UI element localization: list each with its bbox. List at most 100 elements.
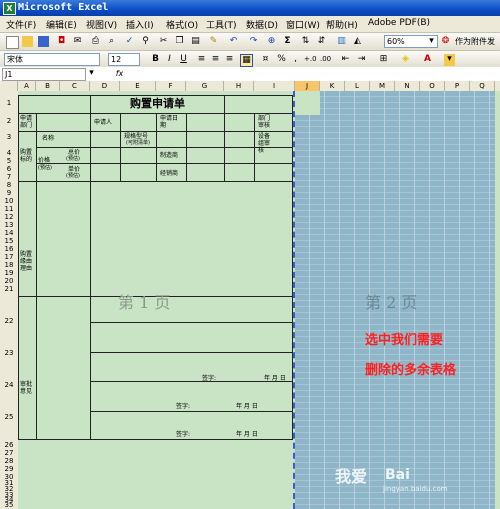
row-header-cell[interactable]: 17 <box>0 253 18 261</box>
align-left-icon[interactable]: ≡ <box>196 54 207 65</box>
percent-button[interactable]: % <box>276 54 287 65</box>
row-header-cell[interactable]: 14 <box>0 229 18 237</box>
row-header-cell[interactable]: 3 <box>0 133 18 141</box>
borders-icon[interactable]: ⊞ <box>378 54 389 65</box>
row-header-cell[interactable]: 2 <box>0 117 18 125</box>
research-icon[interactable]: ⚲ <box>140 36 151 47</box>
formula-input[interactable] <box>130 68 497 79</box>
permission-icon[interactable]: ◘ <box>56 36 67 47</box>
toolbar-options-icon[interactable]: ▾ <box>444 54 455 66</box>
selected-range[interactable]: 第 2 页 选中我们需要 删除的多余表格 我爱 Bai jingyan.baid… <box>295 91 495 509</box>
currency-icon[interactable]: ¤ <box>260 54 271 65</box>
menu-help[interactable]: 帮助(H) <box>326 18 358 31</box>
drawing-icon[interactable]: ◭ <box>352 36 363 47</box>
menu-format[interactable]: 格式(O) <box>166 18 198 31</box>
increase-decimal-button[interactable]: +.0 <box>304 54 317 65</box>
sort-ascending-icon[interactable]: ⇅ <box>300 36 311 47</box>
chart-wizard-icon[interactable]: ▥ <box>336 36 347 47</box>
row-header-cell[interactable]: 21 <box>0 285 18 293</box>
decrease-indent-icon[interactable]: ⇤ <box>340 54 351 65</box>
row-header-cell[interactable]: 26 <box>0 441 18 449</box>
copy-icon[interactable]: ❐ <box>174 36 185 47</box>
row-header-cell[interactable]: 27 <box>0 449 18 457</box>
comma-button[interactable]: , <box>290 54 301 65</box>
attach-send-label[interactable]: 作为附件发 <box>455 38 495 46</box>
row-header-cell[interactable]: 12 <box>0 213 18 221</box>
row-header-cell[interactable]: 20 <box>0 277 18 285</box>
font-name-select[interactable]: 宋体 <box>4 53 100 66</box>
increase-indent-icon[interactable]: ⇥ <box>356 54 367 65</box>
fill-color-icon[interactable]: ◈ <box>400 54 411 65</box>
menu-data[interactable]: 数据(D) <box>246 18 278 31</box>
autosum-icon[interactable]: Σ <box>282 36 293 47</box>
row-header-cell[interactable]: 25 <box>0 413 18 421</box>
row-header-cell[interactable]: 5 <box>0 157 18 165</box>
decrease-decimal-button[interactable]: .00 <box>320 54 331 65</box>
undo-icon[interactable]: ↶ <box>228 36 239 47</box>
column-header-cell[interactable]: P <box>445 81 470 91</box>
column-header-cell[interactable]: N <box>395 81 420 91</box>
new-icon[interactable] <box>6 36 19 49</box>
row-header-cell[interactable]: 19 <box>0 269 18 277</box>
align-right-icon[interactable]: ≡ <box>224 54 235 65</box>
column-header-cell[interactable]: J <box>295 81 320 91</box>
hyperlink-icon[interactable]: ⊕ <box>266 36 277 47</box>
bold-button[interactable]: B <box>150 54 161 65</box>
active-cell[interactable] <box>295 91 320 115</box>
row-header-cell[interactable]: 9 <box>0 189 18 197</box>
menu-file[interactable]: 文件(F) <box>6 18 36 31</box>
row-header-cell[interactable]: 4 <box>0 149 18 157</box>
print-preview-icon[interactable]: ⌕ <box>106 36 117 47</box>
row-header-cell[interactable]: 8 <box>0 181 18 189</box>
row-header-cell[interactable]: 11 <box>0 205 18 213</box>
paste-icon[interactable]: ▤ <box>190 36 201 47</box>
column-header-cell[interactable]: D <box>90 81 120 91</box>
chevron-down-icon[interactable]: ▾ <box>86 68 97 79</box>
row-header-cell[interactable]: 7 <box>0 173 18 181</box>
menu-adobe-pdf[interactable]: Adobe PDF(B) <box>368 18 430 28</box>
sort-descending-icon[interactable]: ⇵ <box>316 36 327 47</box>
column-header-cell[interactable]: C <box>60 81 90 91</box>
print-icon[interactable]: ⎙ <box>90 36 101 47</box>
format-painter-icon[interactable]: ✎ <box>208 36 219 47</box>
row-header-cell[interactable]: 16 <box>0 245 18 253</box>
column-header-cell[interactable]: I <box>254 81 295 91</box>
row-header-cell[interactable]: 28 <box>0 457 18 465</box>
font-size-select[interactable]: 12 <box>108 53 140 66</box>
column-header-cell[interactable]: K <box>320 81 345 91</box>
save-icon[interactable] <box>38 36 49 47</box>
row-header-cell[interactable]: 23 <box>0 349 18 357</box>
column-header-cell[interactable]: F <box>156 81 186 91</box>
underline-button[interactable]: U <box>178 54 189 65</box>
row-header-cell[interactable]: 1 <box>0 99 18 107</box>
menu-edit[interactable]: 编辑(E) <box>46 18 77 31</box>
align-center-icon[interactable]: ≡ <box>210 54 221 65</box>
row-header-cell[interactable]: 10 <box>0 197 18 205</box>
row-header-cell[interactable]: 15 <box>0 237 18 245</box>
column-header-cell[interactable]: B <box>36 81 60 91</box>
select-all-corner[interactable] <box>0 81 18 91</box>
column-header-cell[interactable]: L <box>345 81 370 91</box>
column-header-cell[interactable]: Q <box>470 81 495 91</box>
column-header-cell[interactable]: M <box>370 81 395 91</box>
row-header-cell[interactable]: 18 <box>0 261 18 269</box>
email-icon[interactable]: ✉ <box>72 36 83 47</box>
row-header-cell[interactable]: 29 <box>0 465 18 473</box>
row-header-cell[interactable]: 24 <box>0 381 18 389</box>
worksheet-grid[interactable]: 购置申请单 申请部门 申请人 申请日期 部门审核 名称 规格型号 (可附清单) … <box>18 91 500 509</box>
help-icon[interactable]: ❂ <box>440 36 451 47</box>
menu-insert[interactable]: 插入(I) <box>126 18 154 31</box>
redo-icon[interactable]: ↷ <box>248 36 259 47</box>
column-header-cell[interactable]: E <box>120 81 156 91</box>
italic-button[interactable]: I <box>164 54 175 65</box>
chevron-down-icon[interactable]: ▾ <box>426 36 437 47</box>
column-header-cell[interactable]: A <box>18 81 36 91</box>
menu-view[interactable]: 视图(V) <box>86 18 117 31</box>
spelling-icon[interactable]: ✓ <box>124 36 135 47</box>
fx-icon[interactable]: fx <box>114 68 125 79</box>
font-color-icon[interactable]: A <box>422 54 433 65</box>
menu-tools[interactable]: 工具(T) <box>206 18 237 31</box>
row-header-cell[interactable]: 6 <box>0 165 18 173</box>
name-box[interactable]: J1 <box>2 68 86 81</box>
cut-icon[interactable]: ✂ <box>158 36 169 47</box>
